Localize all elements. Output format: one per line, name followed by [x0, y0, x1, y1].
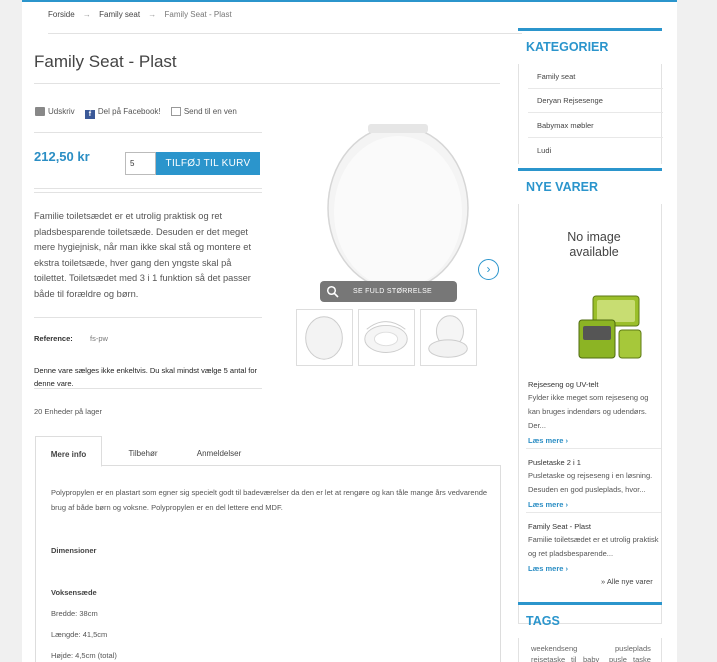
divider: [34, 192, 262, 193]
toilet-seat-thumbnail-image: [305, 316, 343, 360]
divider: [34, 188, 262, 189]
magnifier-icon: [326, 285, 339, 298]
add-to-cart-button[interactable]: TILFØJ TIL KURV: [156, 152, 260, 175]
dimensions-heading: Dimensioner: [51, 546, 97, 555]
new-items-title: NYE VARER: [526, 180, 599, 194]
tag-link[interactable]: weekendseng: [531, 644, 577, 653]
product-price: 212,50 kr: [34, 149, 90, 164]
new-item-title[interactable]: Family Seat - Plast: [528, 522, 591, 531]
tags-box: weekendseng pusleplads rejsetaske til ba…: [518, 638, 662, 662]
product-tabs: Mere info Tilbehør Anmeldelser Polypropy…: [35, 436, 501, 662]
categories-title: KATEGORIER: [526, 40, 609, 54]
all-new-items-link[interactable]: » Alle nye varer: [601, 577, 653, 586]
tags-header: TAGS: [518, 602, 662, 638]
height-value: Højde: 4,5cm (total): [51, 651, 117, 660]
tab-mere-info[interactable]: Mere info: [35, 436, 102, 467]
new-item-text: Fylder ikke meget som rejseseng og kan b…: [528, 393, 649, 430]
divider: [526, 448, 661, 449]
tag-link[interactable]: rejsetaske: [531, 655, 565, 662]
breadcrumb-arrow-icon: →: [82, 10, 91, 19]
print-link[interactable]: Udskriv: [35, 107, 75, 116]
page-title: Family Seat - Plast: [34, 52, 177, 71]
new-item-title[interactable]: Pusletaske 2 i 1: [528, 458, 581, 467]
breadcrumb-current: Family Seat - Plast: [164, 10, 232, 19]
category-item[interactable]: Babymax møbler: [537, 121, 594, 130]
send-label: Send til en ven: [183, 107, 237, 116]
quantity-input[interactable]: 5: [125, 152, 156, 175]
divider: [34, 83, 500, 84]
tab-bar: Mere info Tilbehør Anmeldelser: [35, 436, 501, 467]
width-value: Bredde: 38cm: [51, 609, 98, 618]
travel-bed-product-image[interactable]: [573, 290, 647, 366]
thumbnail-3[interactable]: [420, 309, 477, 366]
tab-panel: Polypropylen er en plastart som egner si…: [35, 466, 501, 662]
envelope-icon: [170, 107, 181, 116]
family-seat-thumbnail-image: [428, 315, 468, 358]
stock-status: 20 Enheder på lager: [34, 407, 102, 416]
length-value: Længde: 41,5cm: [51, 630, 108, 639]
read-more-label: Læs mere: [528, 436, 564, 445]
divider: [34, 132, 262, 133]
read-more-link[interactable]: Læs mere ›: [528, 436, 568, 445]
minimum-quantity-note: Denne vare sælges ikke enkeltvis. Du ska…: [34, 366, 258, 388]
printer-icon: [35, 107, 45, 116]
tag-link[interactable]: pusleplads: [615, 644, 651, 653]
thumbnail-2[interactable]: [358, 309, 415, 366]
breadcrumb-arrow-icon: →: [148, 10, 157, 19]
breadcrumb-category[interactable]: Family seat: [99, 10, 140, 19]
new-item-text: Familie toiletsædet er et utrolig prakti…: [528, 535, 659, 558]
read-more-label: Læs mere: [528, 564, 564, 573]
divider: [528, 137, 663, 138]
product-description: Familie toiletsædet er et utrolig prakti…: [34, 211, 252, 299]
breadcrumb: Forside → Family seat → Family Seat - Pl…: [48, 10, 522, 34]
category-item[interactable]: Family seat: [537, 72, 575, 81]
more-info-text: Polypropylen er en plastart som egner si…: [51, 488, 488, 512]
tag-link[interactable]: til: [571, 655, 576, 662]
print-label: Udskriv: [48, 107, 75, 116]
new-items-header: NYE VARER: [518, 168, 662, 204]
facebook-icon: f: [84, 110, 95, 119]
tag-link[interactable]: baby: [583, 655, 599, 662]
tab-tilbehor[interactable]: Tilbehør: [102, 436, 184, 466]
divider: [34, 317, 262, 318]
send-to-friend-link[interactable]: Send til en ven: [170, 107, 237, 116]
read-more-link[interactable]: Læs mere ›: [528, 564, 568, 573]
read-more-label: Læs mere: [528, 500, 564, 509]
thumbnail-1[interactable]: [296, 309, 353, 366]
tags-title: TAGS: [526, 614, 560, 628]
full-size-label: SE FULD STØRRELSE: [353, 288, 433, 295]
new-item-text: Pusletaske og rejseseng i en løsning. De…: [528, 471, 653, 494]
read-more-link[interactable]: Læs mere ›: [528, 500, 568, 509]
view-full-size-button[interactable]: SE FULD STØRRELSE: [320, 281, 457, 302]
divider: [528, 88, 663, 89]
adult-seat-heading: Voksensæde: [51, 588, 97, 597]
category-item[interactable]: Ludi: [537, 146, 551, 155]
facebook-share-link[interactable]: f Del på Facebook!: [84, 107, 161, 119]
reference-label: Reference:: [34, 334, 73, 343]
no-image-placeholder: No image available: [567, 230, 621, 259]
page-container: Forside → Family seat → Family Seat - Pl…: [22, 0, 677, 662]
divider: [526, 512, 661, 513]
tag-link[interactable]: taske: [633, 655, 651, 662]
tag-link[interactable]: pusle: [609, 655, 627, 662]
divider: [34, 388, 262, 389]
new-item-title[interactable]: Rejseseng og UV-telt: [528, 380, 598, 389]
breadcrumb-home[interactable]: Forside: [48, 10, 75, 19]
toilet-seat-open-thumbnail-image: [364, 321, 408, 353]
tab-anmeldelser[interactable]: Anmeldelser: [184, 436, 254, 466]
categories-header: KATEGORIER: [518, 28, 662, 64]
product-main-image[interactable]: [298, 110, 498, 310]
product-reference: Reference: fs-pw: [34, 334, 108, 343]
next-image-arrow-icon[interactable]: ›: [478, 259, 499, 280]
divider: [528, 112, 663, 113]
reference-value: fs-pw: [90, 334, 108, 343]
facebook-label: Del på Facebook!: [97, 107, 161, 116]
category-item[interactable]: Deryan Rejsesenge: [537, 96, 603, 105]
categories-list: Family seat Deryan Rejsesenge Babymax mø…: [518, 64, 663, 164]
product-tools: Udskriv f Del på Facebook! Send til en ve…: [35, 107, 245, 119]
